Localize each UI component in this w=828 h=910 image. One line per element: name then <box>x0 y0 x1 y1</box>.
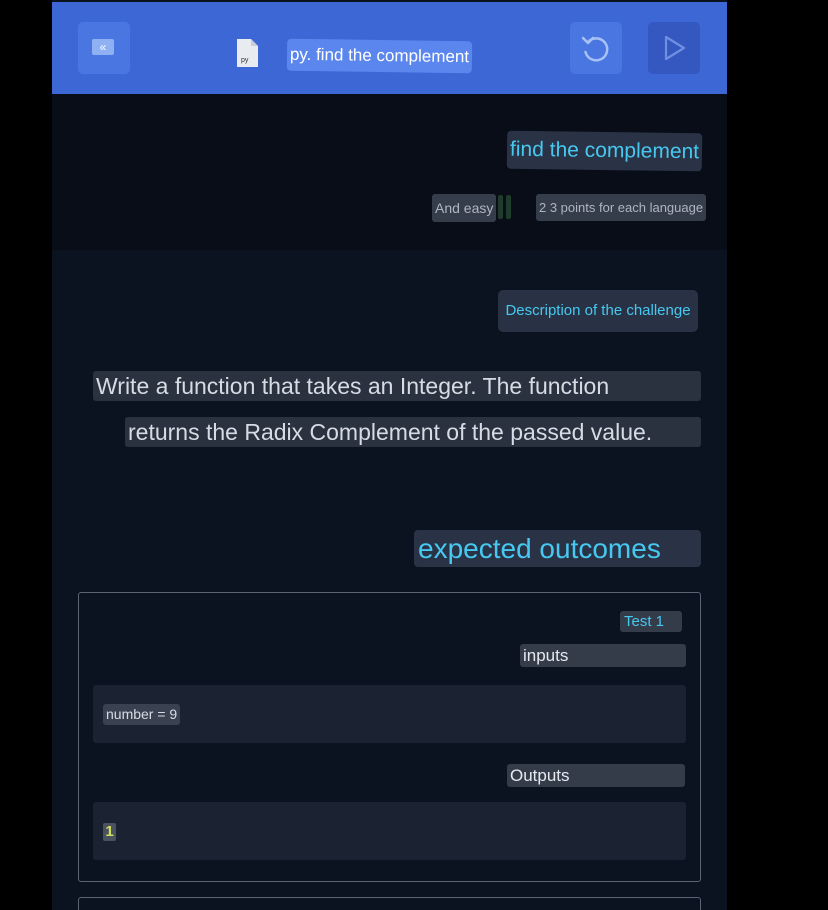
points-badge: 2 3 points for each language <box>536 194 707 221</box>
expected-outcomes-heading: expected outcomes <box>414 530 701 567</box>
description-line-1: Write a function that takes an Integer. … <box>93 371 701 401</box>
run-button[interactable] <box>648 22 700 74</box>
challenge-header: find the complement And easy 2 3 points … <box>52 94 727 250</box>
challenge-title: find the complement <box>506 130 703 172</box>
collapse-sidebar-button[interactable]: « <box>78 22 130 74</box>
python-file-icon: py <box>237 39 258 67</box>
description-heading: Description of the challenge <box>498 290 698 332</box>
test-label: Test 1 <box>620 611 682 632</box>
reset-button[interactable] <box>570 22 622 74</box>
reset-icon <box>581 36 609 62</box>
input-value: number = 9 <box>103 704 181 725</box>
inputs-label: inputs <box>520 644 686 667</box>
top-toolbar: « py py. find the complement <box>52 2 727 94</box>
double-chevron-left-icon: « <box>92 39 114 55</box>
file-name-tab[interactable]: py. find the complement <box>286 38 473 74</box>
output-value: 1 <box>103 823 116 841</box>
test-card-next <box>78 897 701 910</box>
inputs-box: number = 9 <box>93 685 686 743</box>
challenge-app: « py py. find the complement find the co… <box>52 0 727 910</box>
test-card: Test 1 inputs number = 9 Outputs 1 <box>78 592 701 882</box>
description-line-2: returns the Radix Complement of the pass… <box>125 417 701 447</box>
challenge-body: Description of the challenge Write a fun… <box>52 250 727 910</box>
outputs-box: 1 <box>93 802 686 860</box>
play-icon <box>664 35 686 61</box>
difficulty-bars-icon <box>498 195 514 224</box>
outputs-label: Outputs <box>507 764 685 787</box>
file-type-label: py <box>241 57 249 64</box>
difficulty-badge: And easy <box>432 194 497 222</box>
